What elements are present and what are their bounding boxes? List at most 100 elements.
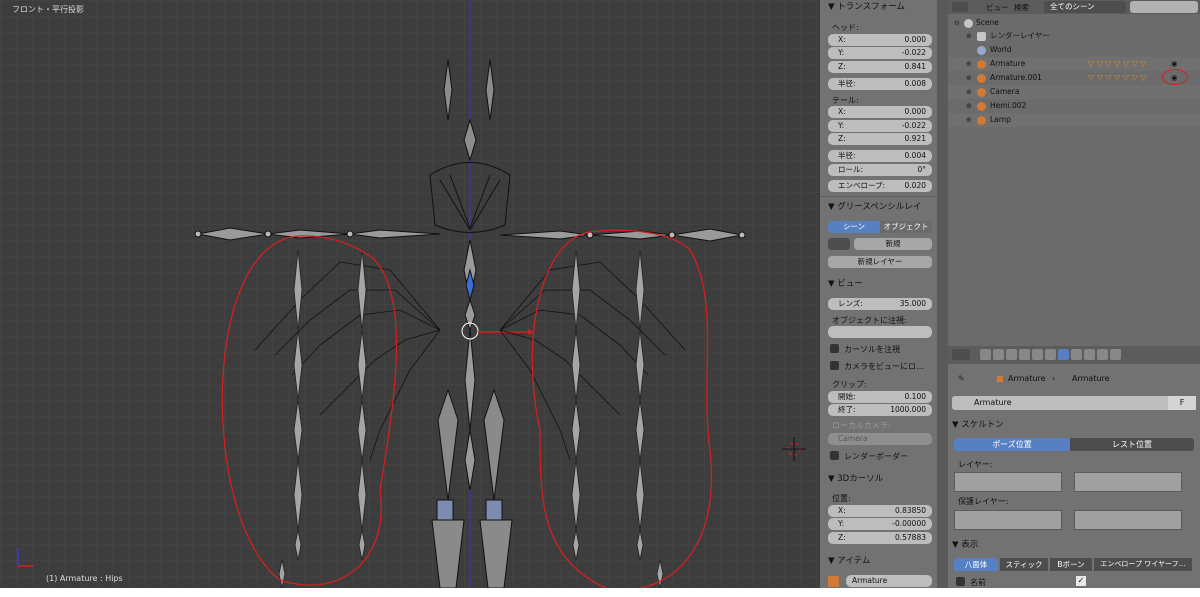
grease-pencil-header[interactable]: ▼ グリースペンシルレイ [828,200,921,212]
tail-z-field[interactable]: Z: 0.921 [828,133,932,145]
lens-field[interactable]: レンズ: 35.000 [828,298,932,310]
physics-tab-icon[interactable] [1110,349,1121,360]
render-layer-icon [977,32,986,41]
head-y-field[interactable]: Y: -0.022 [828,47,932,59]
view-header[interactable]: ▼ ビュー [828,277,863,289]
pin-icon[interactable]: ✎ [958,374,965,383]
list-item[interactable]: ⊕ レンダーレイヤー [948,29,1200,43]
lock-camera-checkbox[interactable] [830,361,839,370]
pencil-icon[interactable] [828,238,850,250]
cursor-y-label: Y: [838,519,845,528]
bbone-option[interactable]: Bボーン [1050,558,1092,571]
armature-name-field[interactable]: Armature F [952,396,1196,410]
lock-cursor-label: カーソルを注視 [844,345,900,354]
view-menu[interactable]: ビュー [986,2,1009,13]
names-checkbox[interactable] [956,577,965,586]
editor-type-icon[interactable] [952,349,970,360]
expand-icon[interactable]: ⊕ [966,57,972,71]
pose-position-button[interactable]: ポーズ位置 [954,438,1070,451]
viewport-canvas[interactable] [0,0,820,588]
expand-icon[interactable]: ⊕ [966,99,972,113]
head-radius-field[interactable]: 半径: 0.008 [828,78,932,90]
object-tab-icon[interactable] [1032,349,1043,360]
texture-tab-icon[interactable] [1097,349,1108,360]
display-header[interactable]: ▼ 表示 [952,538,978,550]
properties-editor: ✎ ■ Armature › Armature Armature F ▼ スケル… [948,346,1200,588]
constraints-tab-icon[interactable] [1045,349,1056,360]
head-x-field[interactable]: X: 0.000 [828,34,932,46]
tail-radius-field[interactable]: 半径: 0.004 [828,150,932,162]
render-tab-icon[interactable] [980,349,991,360]
checkmark-icon[interactable]: ✓ [1076,576,1086,586]
cursor-z-field[interactable]: Z: 0.57883 [828,532,932,544]
bone-constraint-tab-icon[interactable] [1084,349,1095,360]
envelope-wire-option[interactable]: エンベロープ ワイヤーフ… [1094,558,1192,571]
head-radius-label: 半径: [838,79,856,88]
list-item[interactable]: ⊕ Camera [948,85,1200,99]
transform-header[interactable]: ▼ トランスフォーム [828,0,905,12]
local-camera-label: ローカルカメラ: [832,421,891,430]
breadcrumb-armature[interactable]: Armature [1072,374,1110,383]
item-header[interactable]: ▼ アイテム [828,554,870,566]
lock-object-field[interactable] [828,326,932,338]
item-name-field[interactable]: Armature [846,575,932,587]
object-button[interactable]: オブジェクト [880,221,932,233]
expand-icon[interactable]: ⊕ [966,85,972,99]
scene-button[interactable]: シーン [828,221,880,233]
rest-position-button[interactable]: レスト位置 [1070,438,1194,451]
protected-layers-grid-left[interactable] [954,510,1062,530]
expand-icon[interactable]: ⊖ [954,16,960,30]
envelope-field[interactable]: エンベロープ: 0.020 [828,180,932,192]
breadcrumb-object[interactable]: Armature [1008,374,1046,383]
roll-field[interactable]: ロール: 0° [828,164,932,176]
list-item[interactable]: ⊕ Armature.001 ▽ ▽ ▽ ▽ ▽ ▽ ▽ ◉ [948,69,1200,85]
cursor-y-field[interactable]: Y: -0.00000 [828,518,932,530]
protected-layers-grid-right[interactable] [1074,510,1182,530]
fake-user-button[interactable]: F [1168,396,1196,410]
scene-dropdown[interactable]: 全てのシーン [1044,1,1126,13]
list-item[interactable]: World [948,43,1200,57]
armature-icon [977,60,986,69]
cursor-x-field[interactable]: X: 0.83850 [828,505,932,517]
3d-viewport[interactable]: フロント・平行投影 (1) Armature : Hips [0,0,820,588]
list-item[interactable]: ⊕ Armature ▽ ▽ ▽ ▽ ▽ ▽ ▽ ◉ [948,57,1200,71]
list-item[interactable]: ⊕ Lamp [948,113,1200,127]
world-tab-icon[interactable] [1019,349,1030,360]
clip-end-field[interactable]: 終了: 1000.000 [828,404,932,416]
scene-tab-icon[interactable] [1006,349,1017,360]
layers-grid-left[interactable] [954,472,1062,492]
cursor-x-label: X: [838,506,846,515]
search-input[interactable] [1130,1,1198,13]
tail-y-field[interactable]: Y: -0.022 [828,120,932,132]
3d-cursor-header[interactable]: ▼ 3Dカーソル [828,472,883,484]
camera-field[interactable]: Camera [828,433,932,445]
clip-start-field[interactable]: 開始: 0.100 [828,391,932,403]
object-cube-icon [828,576,839,587]
search-menu[interactable]: 検索 [1014,2,1029,13]
tail-radius-value: 0.004 [904,151,926,160]
lock-camera-label: カメラをビューにロ… [844,362,924,371]
outliner: ビュー 検索 全てのシーン ⊖ Scene ⊕ レンダーレイヤー World ⊕… [948,0,1200,346]
head-z-field[interactable]: Z: 0.841 [828,61,932,73]
tail-x-field[interactable]: X: 0.000 [828,106,932,118]
new-button[interactable]: 新規 [854,238,932,250]
expand-icon[interactable]: ⊕ [966,29,972,43]
list-item[interactable]: ⊖ Scene [948,16,1200,30]
render-border-checkbox[interactable] [830,451,839,460]
expand-icon[interactable]: ⊕ [966,71,972,85]
layers-tab-icon[interactable] [993,349,1004,360]
bone-tab-icon[interactable] [1071,349,1082,360]
lock-cursor-checkbox[interactable] [830,344,839,353]
panel-divider[interactable] [937,0,948,588]
list-item[interactable]: ⊕ Hemi.002 [948,99,1200,113]
editor-type-icon[interactable] [952,2,968,12]
new-layer-button[interactable]: 新規レイヤー [828,256,932,268]
skeleton-header[interactable]: ▼ スケルトン [952,418,1004,430]
properties-tabs [948,346,1200,364]
armature-tab-icon[interactable] [1058,349,1069,360]
octahedral-option[interactable]: 八面体 [954,558,998,571]
expand-icon[interactable]: ⊕ [966,113,972,127]
stick-option[interactable]: スティック [1000,558,1048,571]
layers-grid-right[interactable] [1074,472,1182,492]
row-name: Armature [990,59,1026,68]
